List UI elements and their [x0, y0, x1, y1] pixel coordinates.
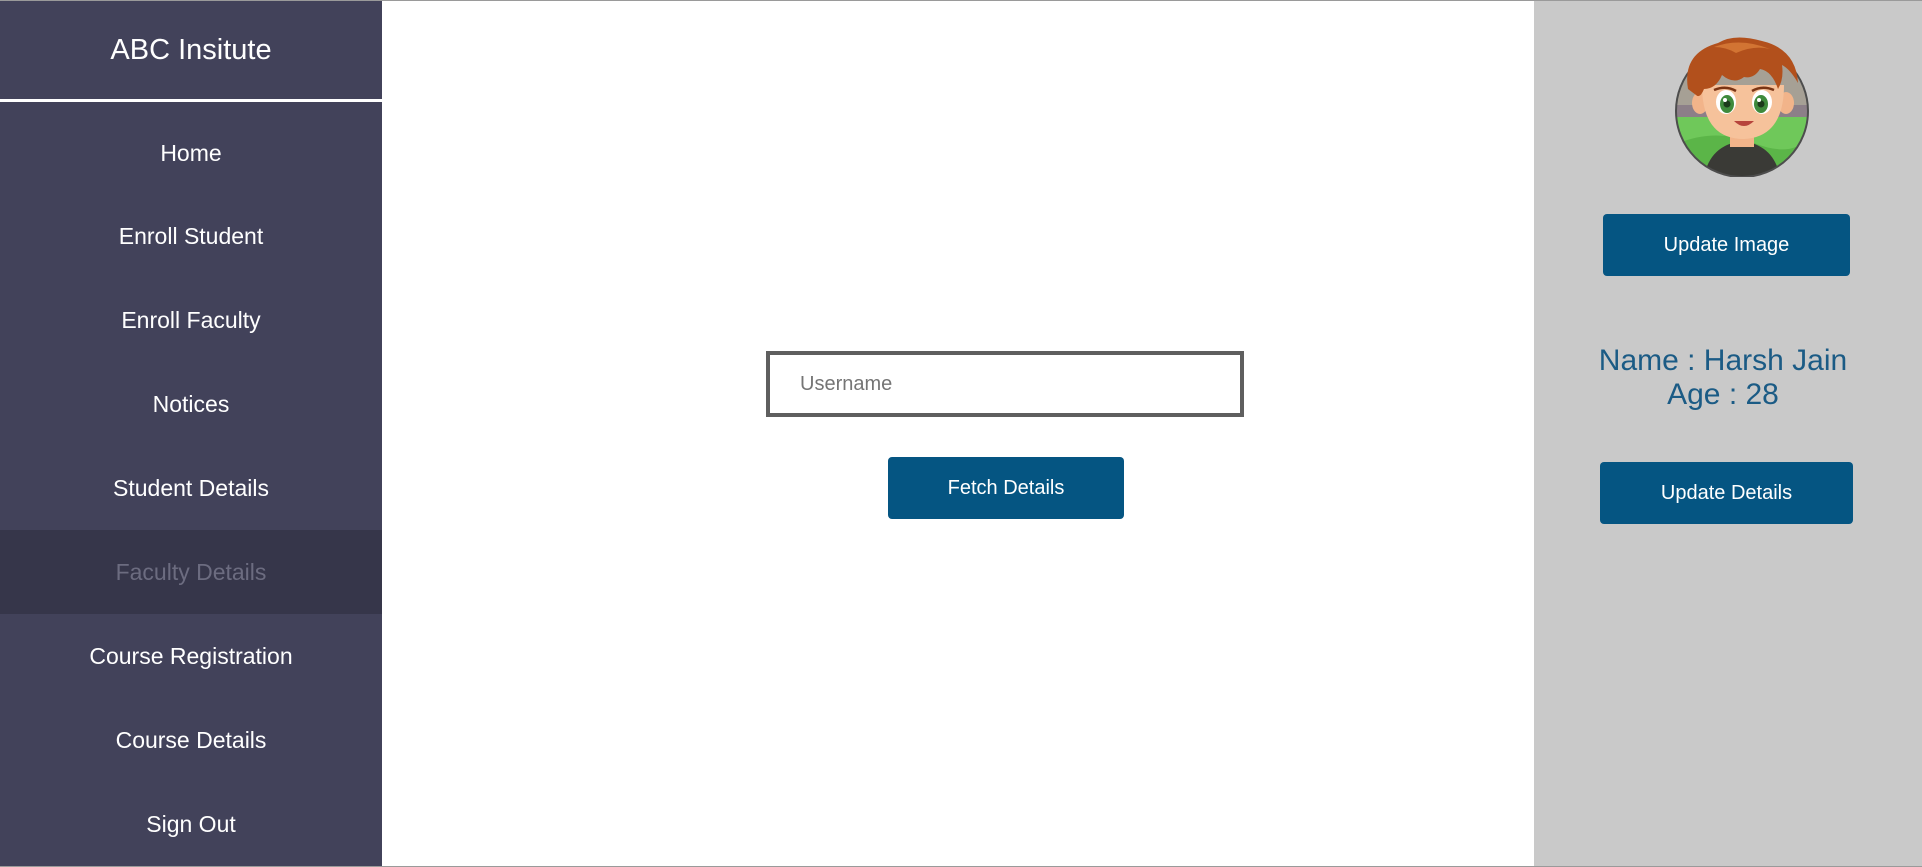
brand-title: ABC Insitute: [0, 1, 382, 102]
fetch-details-button[interactable]: Fetch Details: [888, 457, 1124, 519]
sidebar-item-faculty-details[interactable]: Faculty Details: [0, 530, 382, 614]
sidebar-item-notices[interactable]: Notices: [0, 362, 382, 446]
sidebar-item-enroll-student[interactable]: Enroll Student: [0, 194, 382, 278]
update-details-button[interactable]: Update Details: [1600, 462, 1853, 524]
sidebar-item-student-details[interactable]: Student Details: [0, 446, 382, 530]
sidebar-item-home[interactable]: Home: [0, 112, 382, 194]
sidebar: ABC Insitute Home Enroll Student Enroll …: [0, 1, 382, 866]
username-input[interactable]: [766, 351, 1244, 417]
main-content: Fetch Details: [382, 1, 1534, 866]
profile-info: Name : Harsh Jain Age : 28: [1534, 344, 1912, 412]
update-image-button[interactable]: Update Image: [1603, 214, 1850, 276]
sidebar-item-course-registration[interactable]: Course Registration: [0, 614, 382, 698]
profile-age: Age : 28: [1667, 378, 1779, 411]
cartoon-boy-avatar-icon: [1674, 35, 1810, 178]
profile-panel: Update Image Name : Harsh Jain Age : 28 …: [1534, 1, 1922, 866]
app-root: ABC Insitute Home Enroll Student Enroll …: [0, 0, 1922, 867]
sidebar-item-course-details[interactable]: Course Details: [0, 698, 382, 782]
sidebar-item-enroll-faculty[interactable]: Enroll Faculty: [0, 278, 382, 362]
profile-name: Name : Harsh Jain: [1598, 344, 1848, 377]
sidebar-nav: Home Enroll Student Enroll Faculty Notic…: [0, 102, 382, 866]
sidebar-item-sign-out[interactable]: Sign Out: [0, 782, 382, 866]
